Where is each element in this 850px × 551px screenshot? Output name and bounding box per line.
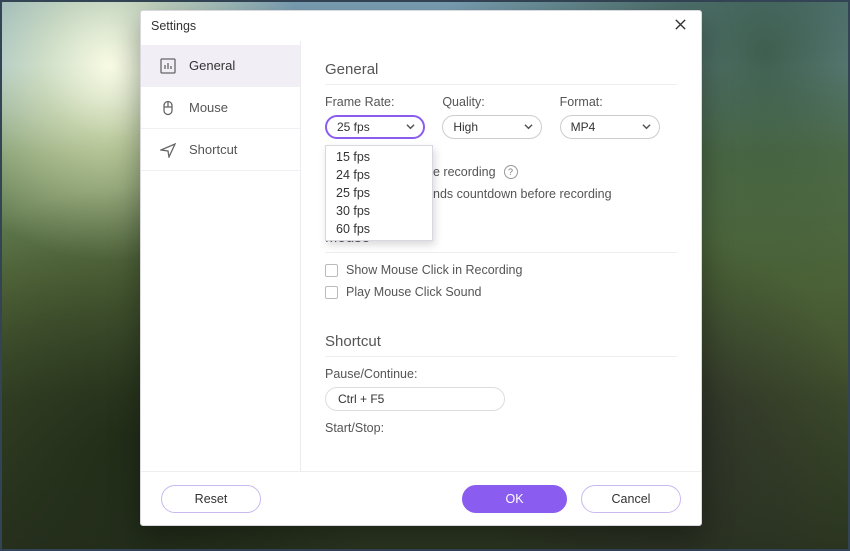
close-button[interactable] [669, 15, 691, 37]
reset-button[interactable]: Reset [161, 485, 261, 513]
countdown-row: nds countdown before recording [433, 187, 677, 201]
sidebar: General Mouse Shortcut [141, 41, 301, 471]
frame-rate-select[interactable]: 25 fps [325, 115, 425, 139]
pause-continue-value: Ctrl + F5 [338, 392, 384, 406]
sidebar-item-label: General [189, 58, 235, 73]
frame-rate-option[interactable]: 25 fps [326, 184, 432, 202]
hide-while-recording-row: e recording ? [433, 165, 677, 179]
frame-rate-option[interactable]: 30 fps [326, 202, 432, 220]
format-label: Format: [560, 95, 677, 109]
field-quality: Quality: High [442, 95, 559, 139]
chevron-down-icon [642, 120, 651, 134]
start-stop-label: Start/Stop: [325, 421, 677, 435]
settings-dialog: Settings General Mouse [140, 10, 702, 526]
play-mouse-sound-label: Play Mouse Click Sound [346, 285, 481, 299]
sidebar-item-general[interactable]: General [141, 45, 300, 87]
frame-rate-label: Frame Rate: [325, 95, 442, 109]
pause-continue-input[interactable]: Ctrl + F5 [325, 387, 505, 411]
sidebar-item-mouse[interactable]: Mouse [141, 87, 300, 129]
hide-while-recording-label: e recording [433, 165, 496, 179]
show-mouse-click-checkbox[interactable] [325, 264, 338, 277]
pause-continue-label: Pause/Continue: [325, 367, 677, 381]
frame-rate-dropdown: 15 fps 24 fps 25 fps 30 fps 60 fps [325, 145, 433, 241]
quality-label: Quality: [442, 95, 559, 109]
format-select[interactable]: MP4 [560, 115, 660, 139]
countdown-label: nds countdown before recording [433, 187, 612, 201]
field-frame-rate: Frame Rate: 25 fps [325, 95, 442, 139]
chevron-down-icon [524, 120, 533, 134]
ok-button[interactable]: OK [462, 485, 567, 513]
section-title-shortcut: Shortcut [325, 325, 677, 357]
help-icon[interactable]: ? [504, 165, 518, 179]
frame-rate-option[interactable]: 60 fps [326, 220, 432, 238]
field-format: Format: MP4 [560, 95, 677, 139]
frame-rate-option[interactable]: 24 fps [326, 166, 432, 184]
section-title-general: General [325, 53, 677, 85]
chevron-down-icon [406, 120, 415, 134]
quality-value: High [453, 120, 478, 134]
play-mouse-sound-checkbox[interactable] [325, 286, 338, 299]
reset-button-label: Reset [195, 492, 228, 506]
quality-select[interactable]: High [442, 115, 542, 139]
ok-button-label: OK [505, 492, 523, 506]
mouse-icon [159, 99, 177, 117]
content-panel: General Frame Rate: 25 fps Quality: High [301, 41, 701, 471]
cancel-button[interactable]: Cancel [581, 485, 681, 513]
frame-rate-option[interactable]: 15 fps [326, 148, 432, 166]
frame-rate-value: 25 fps [337, 120, 370, 134]
titlebar: Settings [141, 11, 701, 41]
send-icon [159, 141, 177, 159]
format-value: MP4 [571, 120, 596, 134]
bar-chart-icon [159, 57, 177, 75]
show-mouse-click-row: Show Mouse Click in Recording [325, 263, 677, 277]
play-mouse-sound-row: Play Mouse Click Sound [325, 285, 677, 299]
show-mouse-click-label: Show Mouse Click in Recording [346, 263, 522, 277]
cancel-button-label: Cancel [612, 492, 651, 506]
sidebar-item-shortcut[interactable]: Shortcut [141, 129, 300, 171]
close-icon [674, 18, 687, 34]
sidebar-item-label: Shortcut [189, 142, 237, 157]
window-title: Settings [151, 19, 196, 33]
sidebar-item-label: Mouse [189, 100, 228, 115]
dialog-footer: Reset OK Cancel [141, 471, 701, 525]
